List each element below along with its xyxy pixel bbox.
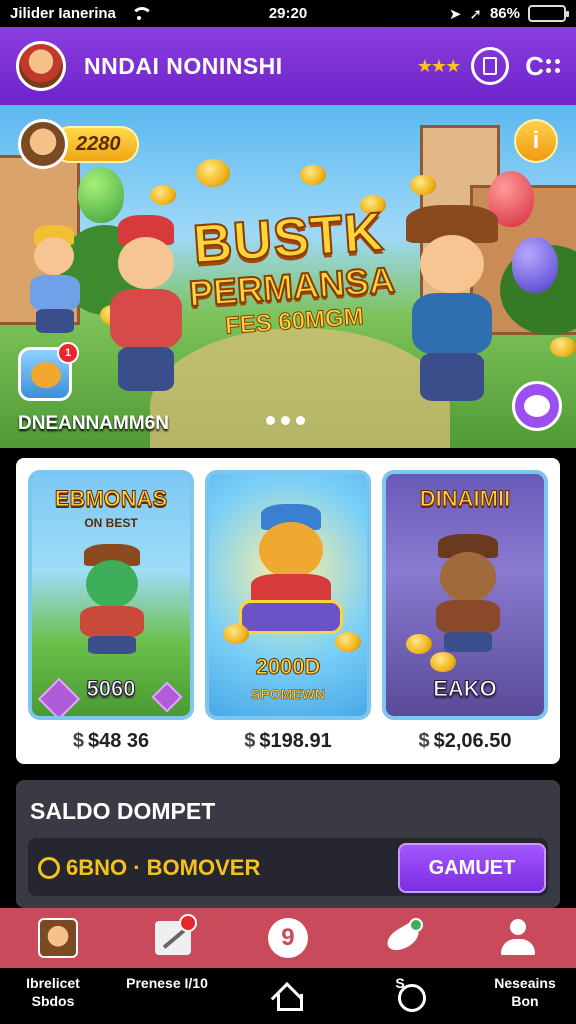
- offer-card-title: DINAIMII: [419, 486, 511, 512]
- offer-card[interactable]: 2000D SPOMEWN: [205, 470, 371, 720]
- tab-bar: 9: [0, 908, 576, 968]
- player-score[interactable]: 2280: [18, 119, 139, 169]
- home-icon[interactable]: [272, 982, 303, 1011]
- balloon-purple: [512, 237, 558, 293]
- currency-icon[interactable]: C: [525, 51, 544, 82]
- tab-tasks[interactable]: [133, 910, 213, 966]
- wallet-panel: SALDO DOMPET 6BNO · BOMOVER GAMUET: [16, 780, 560, 908]
- profile-avatar[interactable]: [16, 41, 66, 91]
- notification-badge: [178, 914, 197, 932]
- price-value: $48 36: [87, 730, 150, 752]
- carrier-label: Jilider Ianerina: [10, 5, 116, 22]
- user-icon: [501, 919, 536, 957]
- coin-icon: [410, 175, 436, 195]
- pet-face-icon: [524, 395, 550, 417]
- location-icon: ➤: [448, 5, 462, 23]
- profile-tab-icon: [37, 918, 78, 958]
- price-symbol: $: [418, 730, 430, 752]
- status-dot: [409, 918, 424, 932]
- carousel-dot[interactable]: [281, 416, 290, 425]
- wallet-balance: 6BNO · BOMOVER: [38, 855, 260, 881]
- battery-icon: [528, 5, 569, 22]
- game-icon: 9: [267, 918, 308, 958]
- offer-card-label: 2000D: [255, 654, 321, 680]
- nav-label-left2[interactable]: Prenese I/10: [124, 974, 210, 992]
- price-symbol: $: [244, 730, 256, 752]
- offer-card-title: EBMONAS: [54, 486, 168, 512]
- circle-icon[interactable]: [398, 984, 426, 1012]
- pet-face-button[interactable]: [512, 381, 562, 431]
- battery-percent: 86%: [489, 5, 520, 22]
- info-button[interactable]: i: [514, 119, 558, 163]
- offer-card-subtitle: ON BEST: [84, 516, 138, 530]
- cat-character-illustration: [239, 504, 343, 634]
- hero-banner[interactable]: 2280 i BUSTK PERMANSA FES 60MGM 1 DNEANN…: [0, 105, 576, 448]
- coin-icon: [300, 165, 326, 185]
- offer-price[interactable]: $ $48 36: [28, 730, 194, 753]
- character-small: [20, 225, 90, 335]
- navigation-icon: ➚: [469, 5, 482, 23]
- tab-profile[interactable]: [18, 910, 98, 966]
- wifi-icon: [130, 6, 153, 21]
- pet-reward-button[interactable]: 1: [18, 342, 79, 401]
- gift-icon: [483, 57, 498, 75]
- system-nav-bar: Ibrelicet Sbdos Prenese I/10 S Neseains …: [0, 968, 576, 1024]
- coin-icon: [38, 857, 60, 879]
- offer-card-label: EAKO: [433, 676, 498, 702]
- gift-button[interactable]: [471, 47, 510, 85]
- pet-icon: [31, 362, 61, 388]
- carousel-dot[interactable]: [266, 416, 275, 425]
- tab-account[interactable]: [478, 910, 558, 966]
- notification-badge: 1: [57, 342, 79, 364]
- event-title: BUSTK PERMANSA FES 60MGM: [182, 200, 400, 344]
- coin-icon: [406, 634, 432, 654]
- offer-card-label: 5060: [86, 676, 136, 702]
- wallet-action-button[interactable]: GAMUET: [398, 843, 546, 893]
- carousel-dot[interactable]: [296, 416, 305, 425]
- coin-icon: [223, 624, 249, 644]
- tab-games[interactable]: 9: [248, 910, 328, 966]
- price-value: $2,06.50: [433, 730, 512, 752]
- player-avatar: [18, 119, 68, 169]
- coin-icon: [150, 185, 176, 205]
- raccoon-character-illustration: [426, 534, 510, 654]
- wallet-title: SALDO DOMPET: [30, 798, 216, 824]
- price-symbol: $: [72, 730, 84, 752]
- coin-icon: [550, 337, 576, 357]
- offer-card[interactable]: DINAIMII EAKO: [382, 470, 548, 720]
- wallet-balance-bar: 6BNO · BOMOVER GAMUET: [28, 838, 548, 896]
- offer-card-sublabel: SPOMEWN: [251, 686, 325, 703]
- status-right: ➤ ➚ 86%: [448, 5, 569, 23]
- app-bar: NNDAI NONINSHI ★★★ C: [0, 27, 576, 105]
- wallet-balance-value: 6BNO · BOMOVER: [66, 855, 261, 880]
- offer-card[interactable]: EBMONAS ON BEST 5060: [28, 470, 194, 720]
- more-menu-icon[interactable]: [546, 59, 560, 73]
- character-illustration: [70, 544, 154, 654]
- character-girl: [96, 215, 196, 395]
- coin-icon: [196, 159, 230, 187]
- banner-caption: DNEANNAMM6N: [18, 413, 169, 434]
- price-value: $198.91: [259, 730, 332, 752]
- coin-icon: [430, 652, 456, 672]
- offer-price[interactable]: $ $198.91: [205, 730, 371, 753]
- character-cowboy: [392, 205, 512, 405]
- tab-boost[interactable]: [363, 910, 443, 966]
- rating-stars-icon: ★★★: [416, 55, 461, 76]
- app-title: NNDAI NONINSHI: [84, 52, 283, 79]
- offer-price[interactable]: $ $2,06.50: [382, 730, 548, 753]
- offer-cards: EBMONAS ON BEST 5060 $ $48 36 2000D SPOME…: [16, 458, 560, 764]
- coin-icon: [335, 632, 361, 652]
- status-bar: Jilider Ianerina 29:20 ➤ ➚ 86%: [0, 0, 576, 27]
- nav-label-right2[interactable]: Neseains Bon: [482, 974, 568, 1010]
- carousel-indicator[interactable]: [266, 416, 305, 425]
- nav-label-left[interactable]: Ibrelicet Sbdos: [10, 974, 96, 1010]
